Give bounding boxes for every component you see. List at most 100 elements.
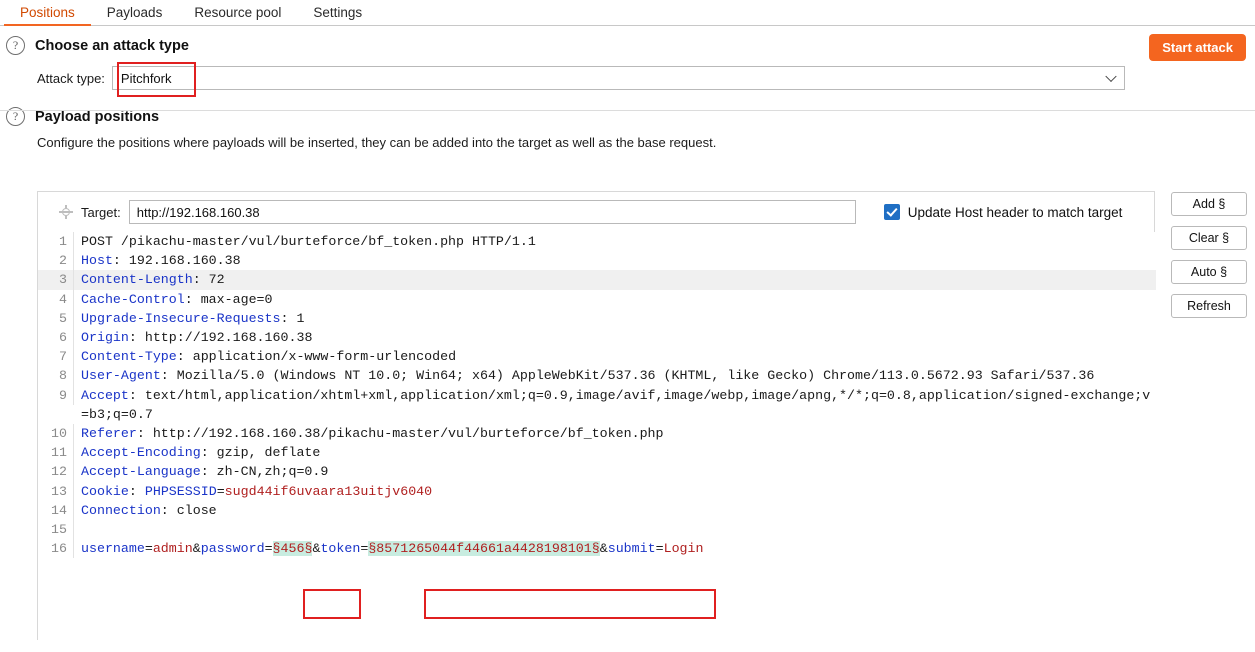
attack-type-value: Pitchfork	[120, 70, 172, 86]
request-line-text[interactable]: Origin: http://192.168.160.38	[74, 328, 1156, 347]
attack-type-select[interactable]: Pitchfork	[111, 66, 1125, 90]
request-line: 14 Connection: close	[38, 500, 1156, 521]
request-token: : zh-CN,zh;q=0.9	[200, 464, 329, 480]
line-number: 11	[38, 443, 74, 463]
request-editor[interactable]: 1 POST /pikachu-master/vul/burteforce/bf_…	[38, 232, 1156, 641]
request-line-text[interactable]: POST /pikachu-master/vul/burteforce/bf_t…	[74, 232, 1156, 251]
request-token: Referer	[81, 426, 137, 442]
request-token: : close	[160, 502, 217, 518]
line-number: 16	[38, 539, 74, 559]
update-host-header-checkbox-row[interactable]: Update Host header to match target	[883, 204, 1123, 220]
line-number: 6	[38, 328, 74, 348]
request-token: Cookie	[81, 483, 129, 499]
request-line: 3 Content-Length: 72	[38, 270, 1156, 290]
line-number: 12	[38, 462, 74, 482]
request-line-text[interactable]: Content-Type: application/x-www-form-url…	[74, 347, 1156, 366]
request-token: Content-Length	[81, 272, 193, 288]
intruder-positions-screen: Positions Payloads Resource pool Setting…	[0, 0, 1255, 652]
request-token: Accept-Language	[81, 464, 201, 480]
line-number: 8	[38, 366, 74, 386]
intruder-tabbar: Positions Payloads Resource pool Setting…	[0, 0, 1255, 26]
request-line: 11 Accept-Encoding: gzip, deflate	[38, 443, 1156, 463]
request-line: 6 Origin: http://192.168.160.38	[38, 328, 1156, 348]
payload-marker: §8571265044f44661a4428198101§	[368, 541, 600, 557]
request-line-text[interactable]: Connection: close	[74, 501, 1156, 520]
crosshair-icon[interactable]	[59, 205, 73, 219]
request-line-text[interactable]: Referer: http://192.168.160.38/pikachu-m…	[74, 424, 1156, 443]
attack-type-label: Attack type:	[37, 70, 105, 86]
section-divider	[0, 110, 1255, 111]
request-line-text[interactable]: Accept: text/html,application/xhtml+xml,…	[74, 386, 1156, 424]
line-number: 4	[38, 289, 74, 309]
request-token: : http://192.168.160.38/pikachu-master/v…	[136, 426, 664, 442]
attack-type-section-header: ? Choose an attack type	[0, 26, 1255, 55]
request-token: &	[599, 541, 608, 557]
request-token: =	[655, 541, 664, 557]
tab-payloads[interactable]: Payloads	[91, 5, 179, 25]
request-line-text[interactable]	[74, 520, 1156, 539]
request-token: &	[192, 541, 201, 557]
update-host-header-checkbox[interactable]	[883, 204, 900, 220]
request-line: 8 User-Agent: Mozilla/5.0 (Windows NT 10.…	[38, 366, 1156, 386]
request-token: token	[320, 541, 361, 557]
tab-resource-pool[interactable]: Resource pool	[178, 5, 297, 25]
request-line: 13 Cookie: PHPSESSID=sugd44if6uvaara13uit…	[38, 481, 1156, 501]
request-line: 5 Upgrade-Insecure-Requests: 1	[38, 308, 1156, 329]
target-row: Target: Update Host header to match targ…	[38, 192, 1154, 232]
line-number: 3	[38, 270, 74, 290]
payload-positions-panel: Target: Update Host header to match targ…	[37, 191, 1156, 641]
attack-type-title: Choose an attack type	[35, 37, 189, 54]
request-line: 9 Accept: text/html,application/xhtml+xml…	[38, 385, 1156, 424]
request-token: POST /pikachu-master/vul/burteforce/bf_t…	[81, 234, 536, 249]
line-number: 1	[38, 232, 74, 252]
line-number: 9	[38, 385, 74, 405]
add-marker-button[interactable]: Add §	[1171, 192, 1247, 216]
request-line-text[interactable]: Host: 192.168.160.38	[74, 251, 1156, 270]
refresh-button[interactable]: Refresh	[1171, 294, 1247, 318]
request-line-text[interactable]: Accept-Encoding: gzip, deflate	[74, 443, 1156, 462]
request-token: Connection	[81, 502, 161, 518]
request-token: : application/x-www-form-urlencoded	[176, 349, 457, 365]
request-line-text[interactable]: Cookie: PHPSESSID=sugd44if6uvaara13uitjv…	[74, 482, 1156, 501]
request-token: =	[264, 541, 273, 557]
auto-markers-button[interactable]: Auto §	[1171, 260, 1247, 284]
request-line: 7 Content-Type: application/x-www-form-ur…	[38, 347, 1156, 367]
request-token: admin	[152, 541, 193, 557]
request-line-text[interactable]: User-Agent: Mozilla/5.0 (Windows NT 10.0…	[74, 366, 1156, 385]
start-attack-button[interactable]: Start attack	[1149, 34, 1246, 61]
tab-settings[interactable]: Settings	[297, 5, 378, 25]
question-mark-icon[interactable]: ?	[6, 36, 25, 55]
payload-positions-section-header: ? Payload positions	[0, 90, 1255, 126]
target-label: Target:	[81, 204, 121, 220]
request-token: =	[216, 483, 225, 499]
request-token: Host	[81, 253, 113, 269]
request-line-text[interactable]: Accept-Language: zh-CN,zh;q=0.9	[74, 462, 1156, 481]
request-token: sugd44if6uvaara13uitjv6040	[224, 483, 433, 499]
attack-type-row: Attack type: Pitchfork	[0, 66, 1255, 90]
request-line-text[interactable]: Upgrade-Insecure-Requests: 1	[74, 309, 1156, 328]
line-number: 7	[38, 347, 74, 367]
request-line: 2 Host: 192.168.160.38	[38, 251, 1156, 271]
request-line-text[interactable]: Cache-Control: max-age=0	[74, 290, 1156, 309]
request-line: 1 POST /pikachu-master/vul/burteforce/bf_…	[38, 232, 1156, 252]
line-number: 13	[38, 481, 74, 501]
request-line: 16 username=admin&password=§456§&token=§8…	[38, 539, 1156, 559]
request-token: Cache-Control	[81, 291, 185, 307]
clear-markers-button[interactable]: Clear §	[1171, 226, 1247, 250]
request-token: password	[200, 541, 265, 557]
request-line: 12 Accept-Language: zh-CN,zh;q=0.9	[38, 462, 1156, 482]
request-token: : 192.168.160.38	[112, 253, 241, 269]
payload-positions-description: Configure the positions where payloads w…	[37, 135, 717, 150]
request-token: Origin	[81, 330, 129, 346]
line-number: 2	[38, 251, 74, 271]
tab-positions[interactable]: Positions	[4, 5, 91, 26]
target-url-input[interactable]	[128, 200, 856, 224]
update-host-header-label: Update Host header to match target	[907, 204, 1123, 220]
request-token: Login	[663, 541, 704, 557]
request-line-text[interactable]: username=admin&password=§456§&token=§857…	[74, 539, 1156, 558]
request-line-text[interactable]: Content-Length: 72	[74, 270, 1156, 289]
line-number: 10	[38, 424, 74, 444]
line-number: 14	[38, 500, 74, 521]
payload-marker-buttons: Add § Clear § Auto § Refresh	[1171, 192, 1247, 318]
chevron-down-icon[interactable]	[1105, 70, 1117, 83]
